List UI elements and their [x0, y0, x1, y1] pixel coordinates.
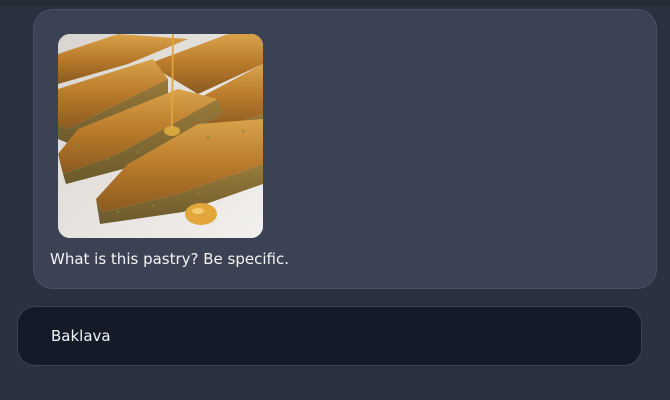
- user-message-text: What is this pastry? Be specific.: [50, 250, 289, 268]
- assistant-message-text: Baklava: [51, 327, 111, 345]
- top-divider: [0, 0, 670, 6]
- user-message-bubble: What is this pastry? Be specific.: [33, 9, 657, 289]
- chat-window: What is this pastry? Be specific. Baklav…: [0, 0, 670, 400]
- baklava-photo[interactable]: [58, 34, 263, 238]
- assistant-message-bubble: Baklava: [17, 306, 642, 366]
